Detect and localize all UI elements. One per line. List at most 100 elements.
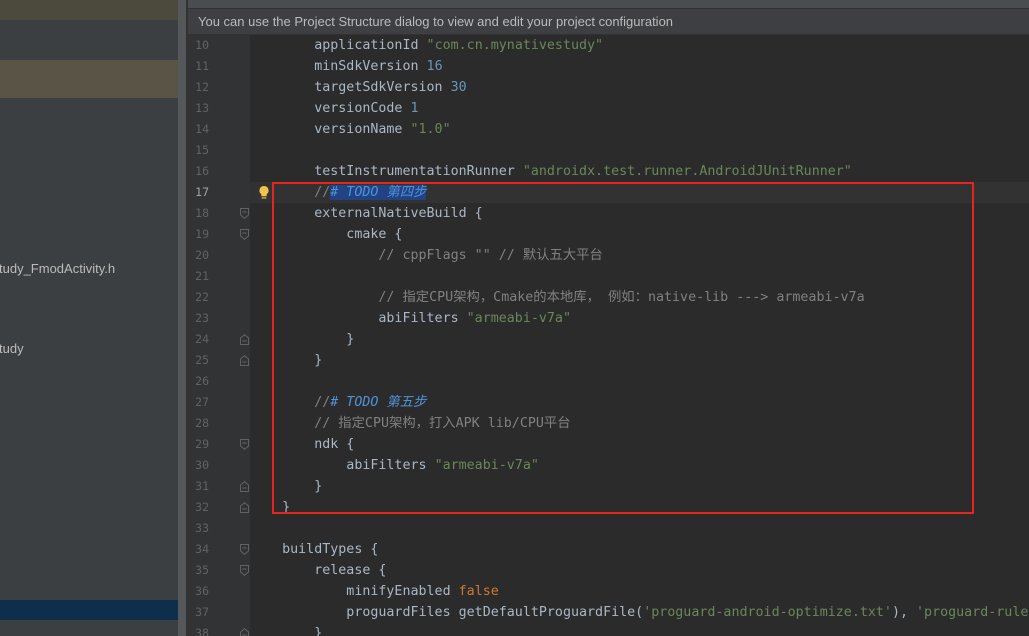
gutter-row[interactable]: 13	[188, 98, 250, 119]
code-token: applicationId	[250, 38, 427, 53]
gutter-row[interactable]: 25	[188, 350, 250, 371]
tree-row-highlighted[interactable]	[0, 0, 178, 20]
line-number: 37	[195, 605, 209, 619]
fold-end-icon[interactable]	[240, 502, 249, 513]
code-line[interactable]: externalNativeBuild {	[250, 203, 1029, 224]
code-line[interactable]: // cppFlags "" // 默认五大平台	[250, 245, 1029, 266]
code-token: # TODO 第五步	[330, 395, 427, 410]
code-line[interactable]: // 指定CPU架构，Cmake的本地库， 例如：native-lib --->…	[250, 287, 1029, 308]
gutter-row[interactable]: 36	[188, 581, 250, 602]
code-line[interactable]: release {	[250, 560, 1029, 581]
tree-item-study[interactable]: tudy	[0, 339, 24, 359]
code-line[interactable]: abiFilters "armeabi-v7a"	[250, 308, 1029, 329]
fold-collapse-icon[interactable]	[240, 439, 249, 450]
code-line[interactable]	[250, 371, 1029, 392]
gutter-row[interactable]: 38	[188, 623, 250, 636]
code-line[interactable]: ndk {	[250, 434, 1029, 455]
code-line[interactable]	[250, 266, 1029, 287]
tree-row-selected[interactable]	[0, 600, 178, 620]
code-area[interactable]: applicationId "com.cn.mynativestudy" min…	[250, 35, 1029, 636]
code-token: release {	[250, 563, 387, 578]
gutter-row[interactable]: 29	[188, 434, 250, 455]
code-line[interactable]: //# TODO 第五步	[250, 392, 1029, 413]
fold-collapse-icon[interactable]	[240, 229, 249, 240]
gutter-row[interactable]: 28	[188, 413, 250, 434]
code-line[interactable]: }	[250, 329, 1029, 350]
tree-row-highlighted[interactable]	[0, 60, 178, 98]
gutter-row[interactable]: 16	[188, 161, 250, 182]
code-line-current[interactable]: //# TODO 第四步	[250, 182, 1029, 203]
gutter-row[interactable]: 33	[188, 518, 250, 539]
code-token: buildTypes {	[250, 542, 379, 557]
gutter-row[interactable]: 11	[188, 56, 250, 77]
code-line[interactable]: versionName "1.0"	[250, 119, 1029, 140]
gutter-row[interactable]: 21	[188, 266, 250, 287]
code-line[interactable]: }	[250, 497, 1029, 518]
code-line[interactable]: testInstrumentationRunner "androidx.test…	[250, 161, 1029, 182]
gutter-row[interactable]: 26	[188, 371, 250, 392]
code-line[interactable]: cmake {	[250, 224, 1029, 245]
line-number: 29	[195, 437, 209, 451]
code-token: "armeabi-v7a"	[434, 458, 539, 473]
code-token: 16	[426, 59, 443, 74]
fold-collapse-icon[interactable]	[240, 208, 249, 219]
fold-collapse-icon[interactable]	[240, 565, 249, 576]
lightbulb-icon[interactable]	[258, 185, 270, 200]
gutter-row[interactable]: 35	[188, 560, 250, 581]
gutter-row[interactable]: 10	[188, 35, 250, 56]
code-line[interactable]: }	[250, 623, 1029, 636]
gutter-row[interactable]: 30	[188, 455, 250, 476]
code-line[interactable]: minifyEnabled false	[250, 581, 1029, 602]
gutter-row[interactable]: 19	[188, 224, 250, 245]
gutter-row[interactable]: 14	[188, 119, 250, 140]
gutter-row[interactable]: 27	[188, 392, 250, 413]
gutter-row[interactable]: 18	[188, 203, 250, 224]
code-token: ndk {	[250, 437, 355, 452]
code-line[interactable]: abiFilters "armeabi-v7a"	[250, 455, 1029, 476]
code-token: ),	[891, 605, 917, 620]
gutter-row[interactable]: 23	[188, 308, 250, 329]
code-token: proguardFiles getDefaultProguardFile(	[250, 605, 644, 620]
fold-end-icon[interactable]	[240, 481, 249, 492]
fold-end-icon[interactable]	[240, 628, 249, 636]
fold-end-icon[interactable]	[240, 334, 249, 345]
project-panel-scrollbar[interactable]	[178, 0, 186, 636]
code-token: // cppFlags "" // 默认五大平台	[250, 248, 603, 263]
gutter-row[interactable]: 24	[188, 329, 250, 350]
line-number: 31	[195, 479, 209, 493]
gutter-row[interactable]: 22	[188, 287, 250, 308]
line-number: 19	[195, 227, 209, 241]
gutter-row[interactable]: 12	[188, 77, 250, 98]
fold-end-icon[interactable]	[240, 355, 249, 366]
code-editor[interactable]: 10 11 12 13 14 15 16 17 18 19 20 21 22 23 24 25 26 27 28 29…	[188, 35, 1029, 636]
code-line[interactable]	[250, 518, 1029, 539]
editor-gutter[interactable]: 10 11 12 13 14 15 16 17 18 19 20 21 22 23 24 25 26 27 28 29…	[188, 35, 250, 636]
gutter-row[interactable]: 31	[188, 476, 250, 497]
code-line[interactable]: proguardFiles getDefaultProguardFile( 'pr…	[250, 602, 1029, 623]
gutter-row[interactable]: 34	[188, 539, 250, 560]
gutter-row[interactable]: 17	[188, 182, 250, 203]
code-line[interactable]: }	[250, 476, 1029, 497]
code-line[interactable]	[250, 140, 1029, 161]
notification-banner: You can use the Project Structure dialog…	[188, 9, 1029, 35]
fold-collapse-icon[interactable]	[240, 544, 249, 555]
gutter-row[interactable]: 32	[188, 497, 250, 518]
code-token: 'proguard-rules	[916, 605, 1029, 620]
line-number: 11	[195, 59, 209, 73]
code-line[interactable]: versionCode 1	[250, 98, 1029, 119]
code-line[interactable]: }	[250, 350, 1029, 371]
code-token: }	[250, 500, 291, 515]
gutter-row[interactable]: 37	[188, 602, 250, 623]
code-token: 1	[410, 101, 419, 116]
code-line[interactable]: targetSdkVersion 30	[250, 77, 1029, 98]
code-line[interactable]: // 指定CPU架构，打入APK lib/CPU平台	[250, 413, 1029, 434]
line-number: 24	[195, 332, 209, 346]
code-token: testInstrumentationRunner	[250, 164, 523, 179]
code-line[interactable]: buildTypes {	[250, 539, 1029, 560]
code-line[interactable]: applicationId "com.cn.mynativestudy"	[250, 35, 1029, 56]
gutter-row[interactable]: 20	[188, 245, 250, 266]
gutter-row[interactable]: 15	[188, 140, 250, 161]
code-line[interactable]: minSdkVersion 16	[250, 56, 1029, 77]
code-token: "androidx.test.runner.AndroidJUnitRunner…	[522, 164, 852, 179]
tree-item-fmod-activity-header[interactable]: tudy_FmodActivity.h	[0, 259, 115, 279]
